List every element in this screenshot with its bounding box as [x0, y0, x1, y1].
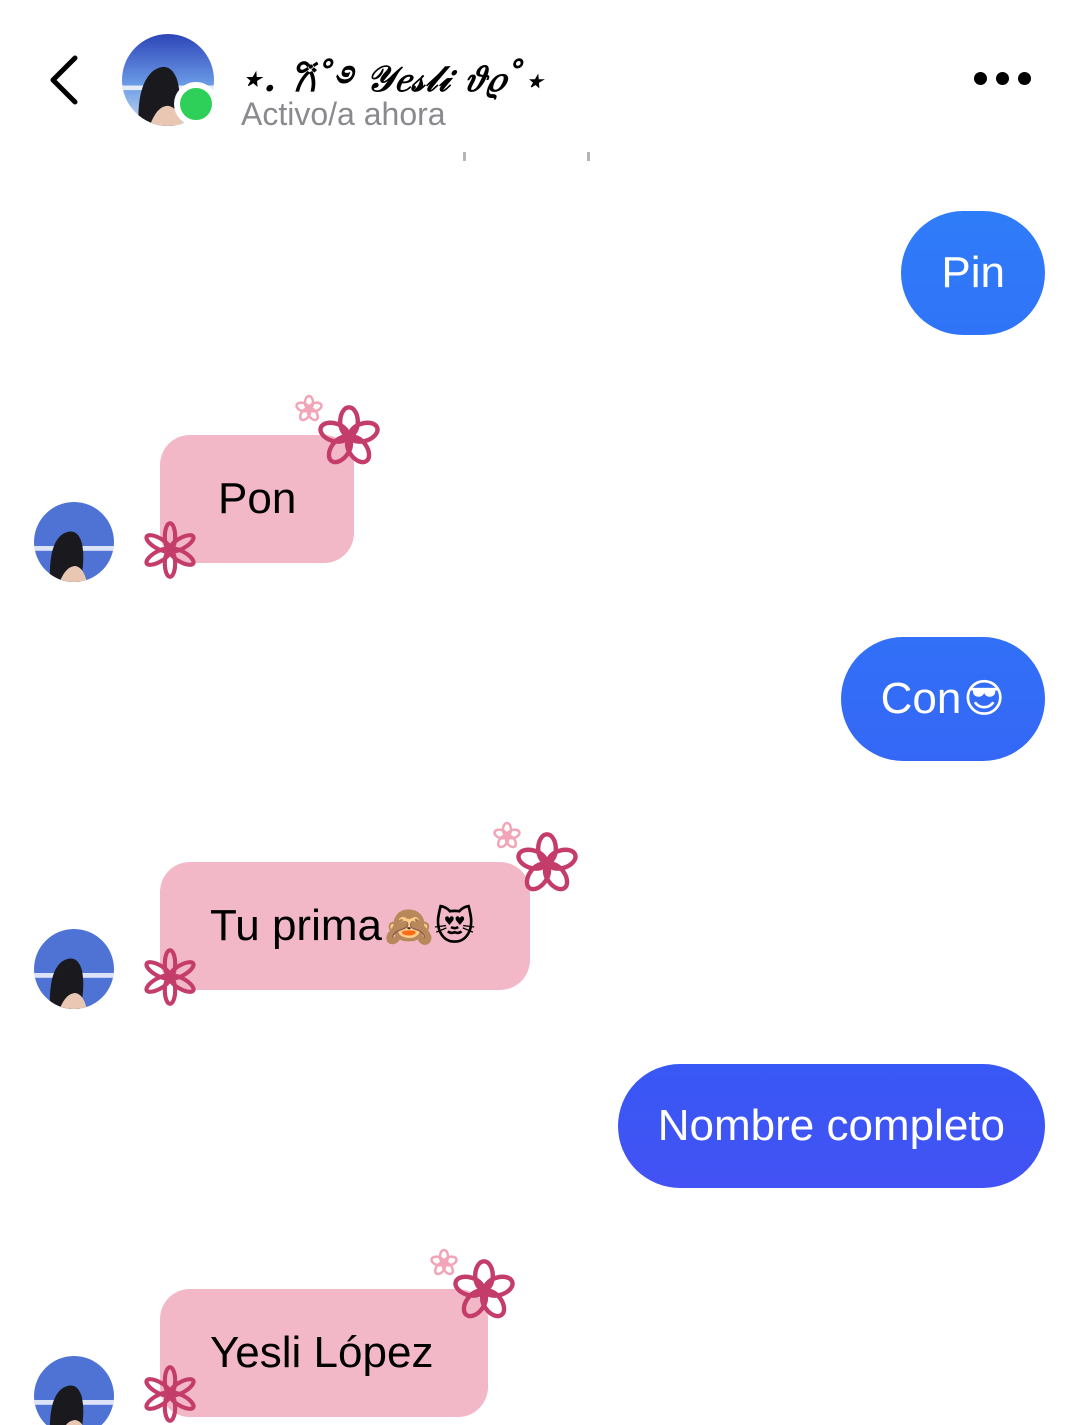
chat-screen: ⋆. 𐙚˚࿔ 𝒴𝑒𝓈𝓁𝒾 𝜗𝜚˚⋆ Activo/a ahora Pin Pon… — [0, 0, 1080, 1425]
chevron-left-icon — [50, 55, 78, 105]
sender-avatar[interactable] — [34, 1356, 114, 1425]
message-text: Tu prima — [210, 901, 382, 950]
message-text: Yesli López — [210, 1328, 434, 1377]
more-dot — [995, 71, 1009, 85]
message-bubble-incoming[interactable]: Pon — [160, 435, 355, 563]
sender-avatar[interactable] — [34, 502, 114, 582]
online-status-dot — [174, 82, 218, 126]
scroll-sliver — [587, 152, 590, 161]
contact-status: Activo/a ahora — [241, 96, 446, 132]
flower-small-icon — [429, 1248, 459, 1278]
more-dot — [973, 71, 987, 85]
more-options-button[interactable] — [960, 56, 1044, 100]
message-text: Pin — [941, 248, 1005, 297]
flower-small-icon — [294, 394, 324, 424]
message-text: Con — [880, 674, 962, 723]
message-text: Nombre completo — [657, 1101, 1005, 1150]
message-text: Pon — [218, 474, 297, 523]
message-bubble-outgoing[interactable]: Con 😎 — [840, 637, 1045, 761]
message-bubble-incoming[interactable]: Tu prima 🙈😻 — [160, 862, 531, 990]
message-bubble-outgoing[interactable]: Nombre completo — [617, 1064, 1045, 1188]
message-bubble-incoming[interactable]: Yesli López — [160, 1289, 489, 1417]
sender-avatar[interactable] — [34, 929, 114, 1009]
chat-header: ⋆. 𐙚˚࿔ 𝒴𝑒𝓈𝓁𝒾 𝜗𝜚˚⋆ Activo/a ahora — [0, 0, 1080, 150]
sunglasses-emoji-icon: 😎 — [963, 676, 1005, 722]
message-bubble-outgoing[interactable]: Pin — [901, 211, 1045, 335]
back-button[interactable] — [36, 48, 92, 112]
scroll-sliver — [463, 152, 466, 161]
flower-small-icon — [492, 821, 522, 851]
more-dot — [1017, 71, 1031, 85]
contact-avatar[interactable] — [122, 34, 218, 126]
monkey-cat-emoji-icon: 🙈😻 — [383, 903, 476, 950]
